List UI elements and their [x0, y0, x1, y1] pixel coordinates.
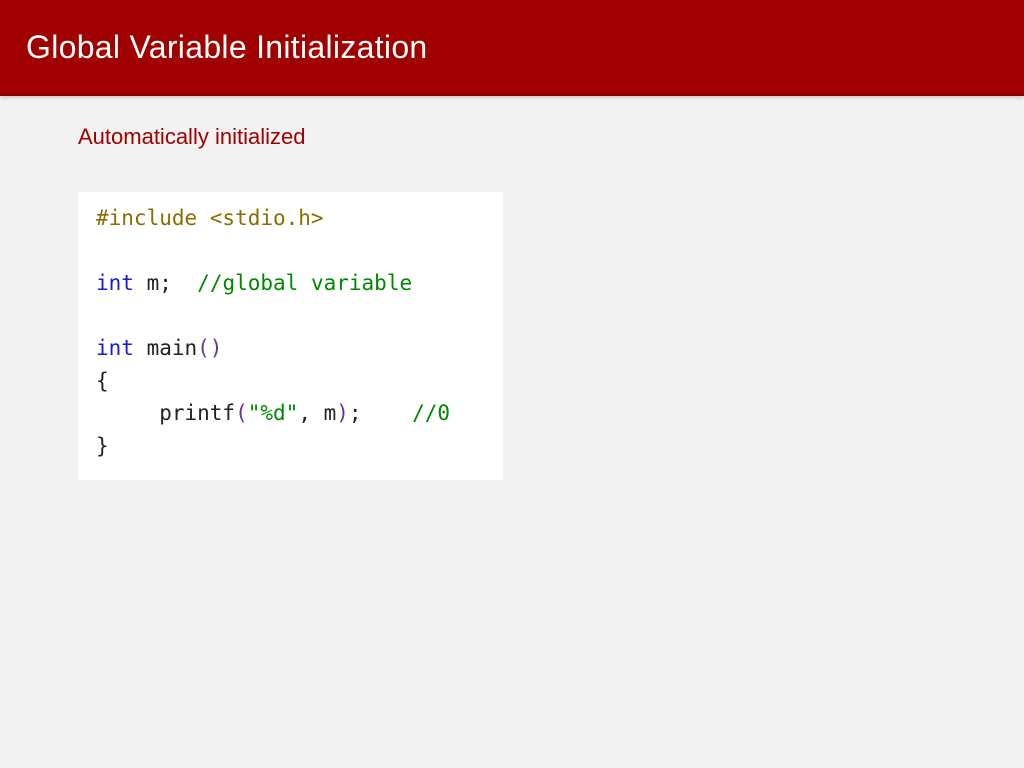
code-block: #include <stdio.h> int m; //global varia… [78, 192, 503, 480]
code-pad [172, 271, 197, 295]
code-fn: printf [159, 401, 235, 425]
code-preproc: #include <stdio.h> [96, 206, 324, 230]
code-brace: { [96, 369, 109, 393]
code-paren: ( [235, 401, 248, 425]
slide-content: Automatically initialized #include <stdi… [0, 96, 1024, 508]
slide-title: Global Variable Initialization [26, 29, 428, 66]
code-pad [96, 401, 159, 425]
code-text: , m [298, 401, 336, 425]
code-empty-line [96, 304, 109, 328]
code-keyword: int [96, 271, 134, 295]
code-text: ; [349, 401, 362, 425]
code-paren: ) [336, 401, 349, 425]
code-pad [362, 401, 413, 425]
code-fn: main [134, 336, 197, 360]
slide-header: Global Variable Initialization [0, 0, 1024, 96]
code-empty-line [96, 239, 109, 263]
code-text: m; [134, 271, 172, 295]
code-string: "%d" [248, 401, 299, 425]
code-brace: } [96, 434, 109, 458]
code-pre: #include <stdio.h> int m; //global varia… [96, 202, 481, 462]
code-keyword: int [96, 336, 134, 360]
code-comment: //0 [412, 401, 450, 425]
code-comment: //global variable [197, 271, 412, 295]
subtitle: Automatically initialized [78, 124, 946, 150]
code-paren: () [197, 336, 222, 360]
